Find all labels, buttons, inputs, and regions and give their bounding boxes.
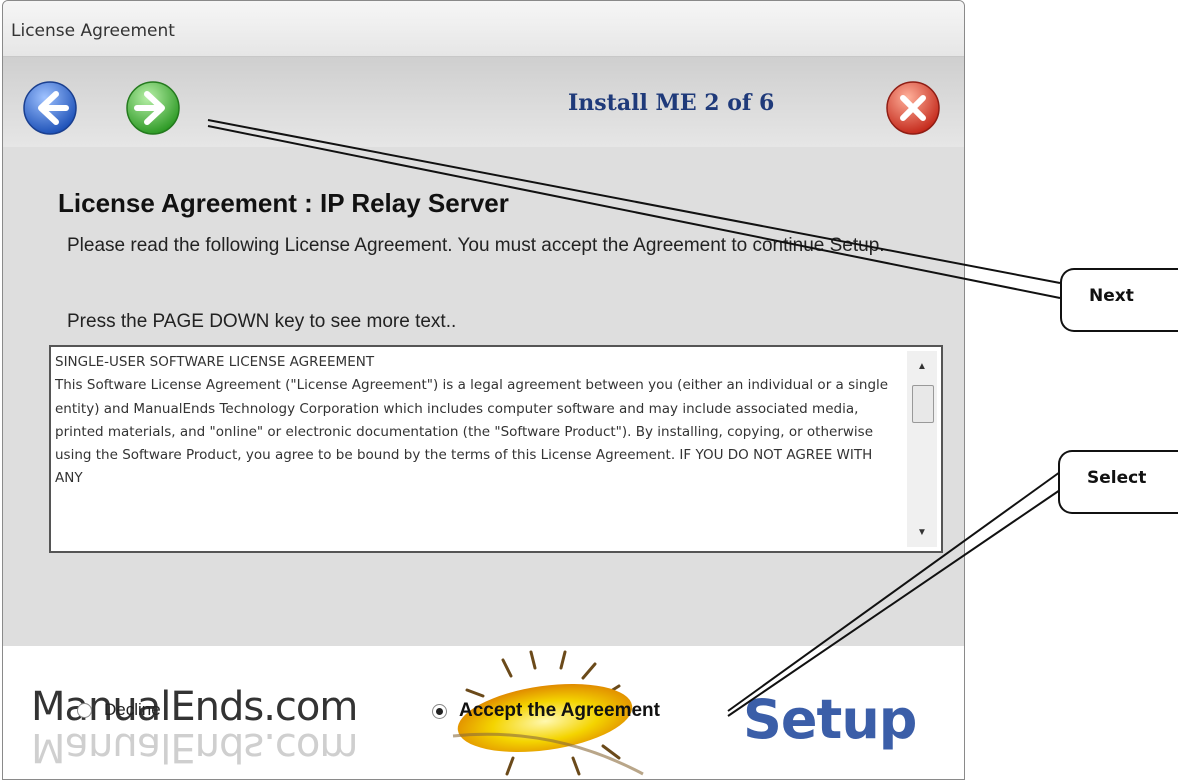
instruction-text: Please read the following License Agreem… bbox=[67, 235, 885, 256]
decline-radio[interactable] bbox=[77, 702, 92, 718]
accept-radio[interactable] bbox=[432, 703, 447, 719]
window-title: License Agreement bbox=[11, 21, 175, 41]
callout-select-label: Select bbox=[1087, 468, 1147, 488]
accept-label: Accept the Agreement bbox=[459, 700, 660, 721]
close-button[interactable] bbox=[885, 80, 941, 136]
next-arrow-icon bbox=[126, 81, 180, 135]
next-button[interactable] bbox=[125, 80, 181, 136]
scroll-thumb[interactable] bbox=[912, 385, 934, 423]
callout-select: Select bbox=[1058, 450, 1178, 514]
back-button[interactable] bbox=[22, 80, 78, 136]
scroll-up-icon[interactable]: ▲ bbox=[907, 353, 937, 379]
back-arrow-icon bbox=[23, 81, 77, 135]
page-down-hint: Press the PAGE DOWN key to see more text… bbox=[67, 311, 457, 332]
accept-option[interactable]: Accept the Agreement bbox=[432, 700, 660, 722]
title-bar: License Agreement bbox=[3, 1, 964, 57]
close-icon bbox=[886, 81, 940, 135]
brand-reflection: ManualEnds.com bbox=[31, 724, 358, 770]
license-textbox[interactable]: SINGLE-USER SOFTWARE LICENSE AGREEMENT T… bbox=[49, 345, 943, 553]
scroll-down-icon[interactable]: ▼ bbox=[907, 519, 937, 545]
callout-next-label: Next bbox=[1089, 286, 1134, 306]
step-indicator: Install ME 2 of 6 bbox=[568, 90, 775, 116]
decline-label: Decline bbox=[104, 700, 161, 719]
callout-next: Next bbox=[1060, 268, 1178, 332]
license-text: SINGLE-USER SOFTWARE LICENSE AGREEMENT T… bbox=[55, 354, 889, 487]
license-scrollbar[interactable]: ▲ ▼ bbox=[907, 351, 937, 547]
decline-option[interactable]: Decline bbox=[77, 700, 161, 720]
setup-logo-text: Setup bbox=[743, 688, 917, 751]
page-heading: License Agreement : IP Relay Server bbox=[58, 188, 509, 218]
